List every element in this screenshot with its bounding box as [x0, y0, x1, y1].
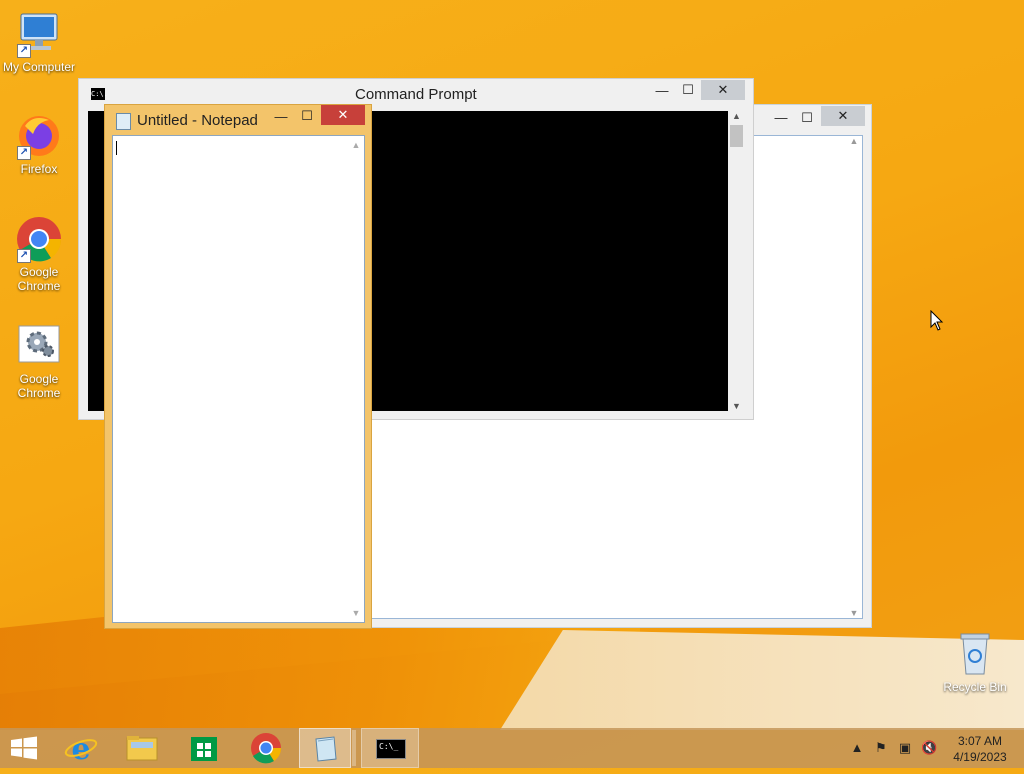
minimize-button[interactable]: — — [268, 107, 294, 127]
start-button[interactable] — [0, 728, 48, 768]
firefox-icon: ↗ — [15, 112, 63, 160]
show-hidden-icons-icon[interactable]: ▲ — [849, 740, 865, 756]
desktop-icon-label: Google Chrome — [17, 265, 61, 293]
notepad-window[interactable]: Untitled - Notepad — ☐ ✕ ▲ ▼ — [104, 104, 372, 629]
maximize-button[interactable]: ☐ — [675, 80, 701, 100]
taskbar: e C:\_ ▲ ⚑ ▣ 🔇 3:07 AM 4/19/2023 — [0, 728, 1024, 768]
svg-text:e: e — [71, 732, 90, 767]
internet-explorer-icon: e — [64, 732, 98, 767]
store-icon — [191, 737, 217, 761]
close-button[interactable]: ✕ — [701, 80, 745, 100]
taskbar-store[interactable] — [175, 728, 233, 768]
gear-icon — [15, 322, 63, 370]
desktop-icon-recycle-bin[interactable]: Recycle Bin — [937, 630, 1013, 694]
taskbar-chrome[interactable] — [237, 728, 295, 768]
minimize-button[interactable]: — — [649, 81, 675, 101]
desktop-icon-label: Google Chrome — [17, 372, 61, 400]
desktop-icon-firefox[interactable]: ↗ Firefox — [1, 112, 77, 176]
scroll-up-icon[interactable]: ▲ — [348, 136, 364, 150]
windows-logo-icon — [11, 736, 37, 760]
desktop-icon-label: Recycle Bin — [943, 680, 1007, 694]
volume-muted-icon[interactable]: 🔇 — [921, 740, 937, 756]
vertical-scrollbar[interactable]: ▲ ▼ — [728, 111, 745, 411]
desktop-icon-chrome[interactable]: ↗ Google Chrome — [1, 215, 77, 293]
chrome-icon — [251, 733, 282, 764]
taskbar-file-explorer[interactable] — [113, 728, 171, 768]
notepad-icon — [116, 113, 131, 130]
scroll-down-icon[interactable]: ▼ — [348, 608, 364, 618]
taskbar-command-prompt[interactable]: C:\_ — [361, 728, 419, 768]
taskbar-separator — [352, 730, 356, 766]
close-button[interactable]: ✕ — [321, 105, 365, 125]
vertical-scrollbar[interactable]: ▲ ▼ — [846, 136, 862, 618]
maximize-button[interactable]: ☐ — [294, 106, 320, 126]
clock-date: 4/19/2023 — [953, 750, 1007, 764]
maximize-button[interactable]: ☐ — [794, 108, 820, 128]
desktop-icon-label: My Computer — [2, 60, 76, 74]
notepad-icon — [315, 736, 337, 762]
window-title: Untitled - Notepad — [137, 112, 258, 129]
mouse-pointer-icon — [930, 309, 944, 337]
taskbar-internet-explorer[interactable]: e — [52, 728, 110, 768]
cmd-icon: C:\_ — [376, 739, 406, 759]
window-title: Command Prompt — [355, 86, 477, 103]
minimize-button[interactable]: — — [768, 108, 794, 128]
scroll-thumb[interactable] — [730, 125, 743, 147]
scroll-down-icon[interactable]: ▼ — [728, 401, 745, 411]
desktop-icon-label: Firefox — [20, 162, 58, 176]
text-cursor — [116, 141, 117, 155]
action-center-flag-icon[interactable]: ⚑ — [873, 740, 889, 756]
desktop-icon-my-computer[interactable]: ↗ My Computer — [1, 10, 77, 74]
title-bar[interactable]: Untitled - Notepad — ☐ ✕ — [105, 105, 371, 135]
close-button[interactable]: ✕ — [821, 106, 865, 126]
taskbar-notepad-active[interactable] — [299, 728, 351, 768]
vertical-scrollbar[interactable]: ▲ ▼ — [348, 136, 364, 622]
recycle-bin-icon — [951, 630, 999, 678]
chrome-icon: ↗ — [15, 215, 63, 263]
scroll-up-icon[interactable]: ▲ — [846, 136, 862, 146]
notepad-text-area[interactable]: ▲ ▼ — [112, 135, 365, 623]
clock-time: 3:07 AM — [957, 734, 1003, 748]
system-clock[interactable]: 3:07 AM 4/19/2023 — [948, 733, 1012, 765]
scroll-down-icon[interactable]: ▼ — [846, 608, 862, 618]
scroll-up-icon[interactable]: ▲ — [728, 111, 745, 125]
network-icon[interactable]: ▣ — [897, 740, 913, 756]
computer-icon: ↗ — [15, 10, 63, 58]
cmd-icon: C:\. — [91, 88, 108, 100]
desktop-icon-chrome-settings[interactable]: Google Chrome — [1, 322, 77, 400]
folder-icon — [126, 736, 158, 761]
